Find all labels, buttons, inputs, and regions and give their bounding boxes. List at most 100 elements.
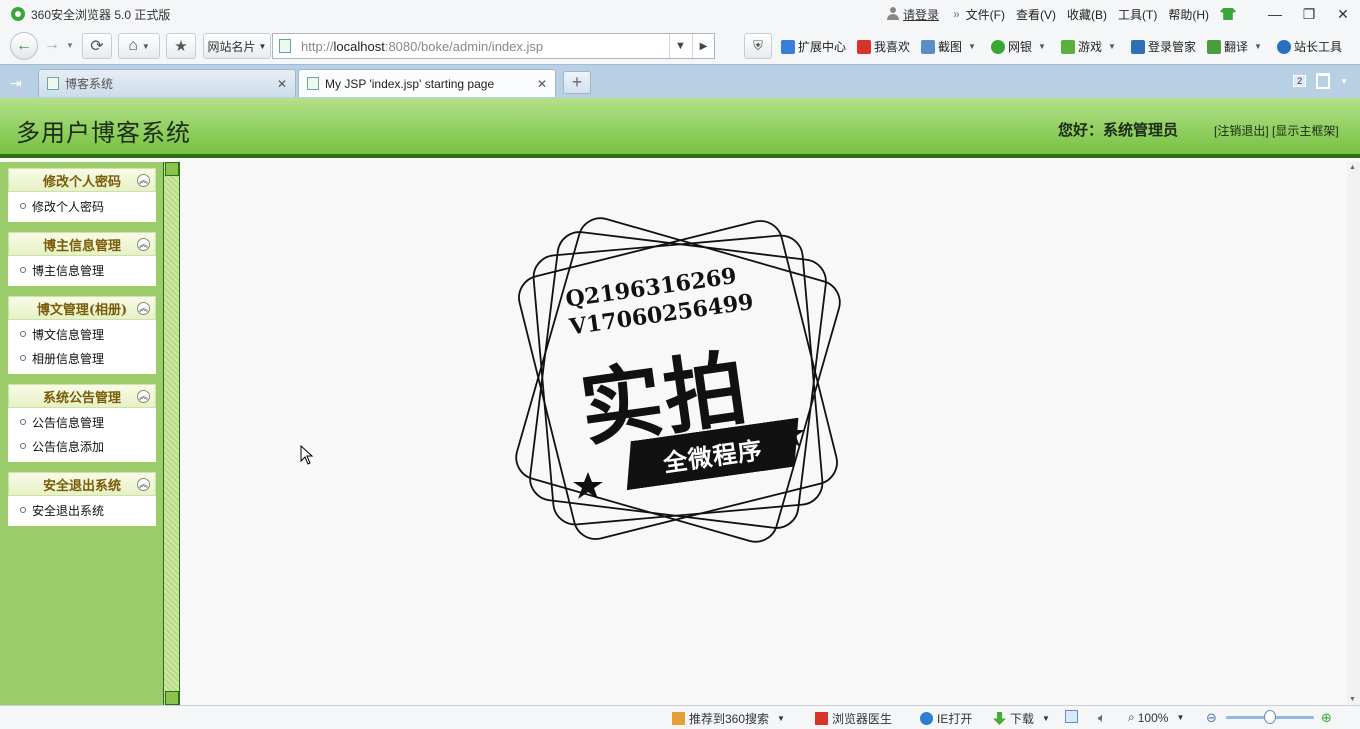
open-in-ie[interactable]: IE打开 [920,710,972,727]
tab-bar: ⇥ 博客系统 ✕ My JSP 'index.jsp' starting pag… [0,64,1360,98]
sidebar: 修改个人密码 ︽ 修改个人密码 博主信息管理 ︽ 博主信息管理 博文管理(相册)… [0,162,163,705]
menu-file[interactable]: 文件(F) [966,6,1005,23]
url-scheme: http:// [301,38,334,54]
show-main-frame-link[interactable]: [显示主框架] [1272,124,1339,138]
sidebar-toggle-icon[interactable]: ⇥ [10,75,22,92]
content-scrollbar[interactable]: ▲ ▼ [1347,162,1360,705]
sidebar-item-post-info[interactable]: 博文信息管理 [8,322,156,346]
recommend-360-search[interactable]: 推荐到360搜索 ▼ [672,710,785,727]
sidebar-group-header[interactable]: 修改个人密码 ︽ [8,168,156,192]
sidebar-group-title: 博文管理(相册) [36,302,128,318]
menu-view[interactable]: 查看(V) [1016,6,1056,23]
zoom-level: 100% [1137,710,1169,725]
security-shield-button[interactable]: ⛨ [744,33,772,59]
ext-extension-center[interactable]: 扩展中心 [781,38,846,55]
download-label: 下载 [1010,712,1035,726]
screenshot-icon [921,39,935,54]
thumbs-up-icon [672,712,685,725]
ext-games[interactable]: 游戏 ▼ [1061,38,1116,55]
bullet-icon [20,419,26,425]
trash-icon[interactable] [1316,73,1331,89]
zoom-out-button[interactable]: ⊖ [1206,710,1217,726]
sidebar-item-safe-exit[interactable]: 安全退出系统 [8,498,156,522]
scroll-down-icon[interactable]: ▼ [1349,696,1356,703]
forward-button[interactable]: → [44,36,60,54]
collapse-chevron-icon[interactable]: ︽ [137,390,150,403]
home-button[interactable]: ⌂ ▼ [118,33,160,59]
collapse-chevron-icon[interactable]: ︽ [137,174,150,187]
zoom-slider-handle[interactable] [1264,710,1276,724]
trash-dropdown-icon[interactable]: ▼ [1340,77,1348,86]
bullet-icon [20,507,26,513]
sidebar-group-header[interactable]: 博主信息管理 ︽ [8,232,156,256]
main-content-frame: Q2196316269 V17060256499 实拍 全微程序 ▲ ▼ [180,162,1360,705]
doctor-label: 浏览器医生 [832,712,893,726]
menu-help[interactable]: 帮助(H) [1168,6,1209,23]
ext-screenshot[interactable]: 截图 ▼ [921,38,976,55]
key-icon [1131,39,1145,54]
sidebar-item-blogger-info[interactable]: 博主信息管理 [8,258,156,282]
window-mode-button[interactable] [1065,710,1082,723]
minimize-button[interactable]: — [1258,0,1292,28]
frame-splitter[interactable] [163,162,180,705]
login-link[interactable]: 请登录 [886,6,939,23]
sidebar-item-album-info[interactable]: 相册信息管理 [8,346,156,370]
sidebar-item-change-password[interactable]: 修改个人密码 [8,194,156,218]
collapse-chevron-icon[interactable]: ︽ [137,302,150,315]
url-path: :8080/boke/admin/index.jsp [384,38,544,54]
address-dropdown-icon[interactable]: ▼ [669,34,691,58]
ext-label-games: 游戏 [1078,40,1103,54]
tab-close-icon[interactable]: ✕ [537,77,547,91]
site-cards-button[interactable]: 网站名片 ▼ [203,33,271,59]
ext-webmaster-tools[interactable]: 站长工具 [1277,38,1342,55]
sidebar-group-header[interactable]: 系统公告管理 ︽ [8,384,156,408]
restore-button[interactable]: ❐ [1292,0,1326,28]
extension-center-icon [781,39,795,54]
close-window-button[interactable]: ✕ [1326,0,1360,28]
new-tab-button[interactable]: + [563,71,591,94]
menu-favorites[interactable]: 收藏(B) [1067,6,1107,23]
collapse-chevron-icon[interactable]: ︽ [137,238,150,251]
tab-close-icon[interactable]: ✕ [277,77,287,91]
back-button[interactable]: ← [10,32,38,60]
sidebar-group-header[interactable]: 安全退出系统 ︽ [8,472,156,496]
sidebar-group-notices: 系统公告管理 ︽ 公告信息管理 公告信息添加 [8,384,156,462]
scroll-up-icon[interactable]: ▲ [1349,164,1356,171]
go-arrow-icon[interactable]: ▶ [692,34,714,58]
logout-link[interactable]: [注销退出] [1214,124,1269,138]
sidebar-group-password: 修改个人密码 ︽ 修改个人密码 [8,168,156,222]
magnifier-icon: ⌕ [1128,710,1135,724]
collapse-chevron-icon[interactable]: ︽ [137,478,150,491]
sidebar-item-notice-manage[interactable]: 公告信息管理 [8,410,156,434]
browser-doctor[interactable]: 浏览器医生 [815,710,892,727]
ext-online-banking[interactable]: 网银 ▼ [991,38,1046,55]
user-greeting: 您好：系统管理员 [1058,121,1179,139]
ext-login-manager[interactable]: 登录管家 [1131,38,1196,55]
stamp-text: Q2196316269 V17060256499 实拍 全微程序 [486,188,870,572]
menu-tools[interactable]: 工具(T) [1118,6,1157,23]
site-title: 多用户博客系统 [16,119,191,147]
address-bar[interactable]: http://localhost:8080/boke/admin/index.j… [272,33,715,59]
ext-translate[interactable]: 翻译 ▼ [1207,38,1262,55]
volume-button[interactable]: 🔈︎ [1098,710,1106,726]
history-dropdown-icon[interactable]: ▼ [66,41,74,50]
tab-index-jsp[interactable]: My JSP 'index.jsp' starting page ✕ [298,69,556,97]
bullet-icon [20,443,26,449]
sidebar-group-header[interactable]: 博文管理(相册) ︽ [8,296,156,320]
tab-count-badge[interactable]: 2 [1293,75,1307,87]
back-arrow-icon: ← [16,37,32,54]
zoom-control[interactable]: ⌕ 100% ▼ [1128,710,1184,725]
sidebar-group-posts: 博文管理(相册) ︽ 博文信息管理 相册信息管理 [8,296,156,374]
address-url[interactable]: http://localhost:8080/boke/admin/index.j… [301,39,543,54]
downloads[interactable]: 下载 ▼ [993,710,1050,727]
site-cards-dropdown-icon: ▼ [258,41,267,51]
ie-icon [920,712,933,725]
favorite-star-button[interactable]: ★ [166,33,196,59]
double-chevron-icon[interactable]: » [953,7,960,21]
skin-shirt-icon[interactable] [1220,8,1236,20]
sidebar-item-notice-add[interactable]: 公告信息添加 [8,434,156,458]
ext-favorites-like[interactable]: 我喜欢 [857,38,910,55]
tab-blog-system[interactable]: 博客系统 ✕ [38,69,296,97]
zoom-in-button[interactable]: ⊕ [1321,710,1332,726]
refresh-button[interactable]: ⟳ [82,33,112,59]
